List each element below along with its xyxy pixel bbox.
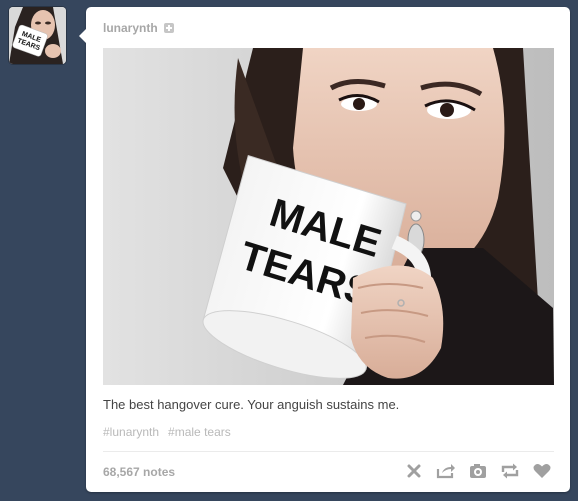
post-caption: The best hangover cure. Your anguish sus…: [103, 397, 400, 412]
tag-male-tears[interactable]: #male tears: [168, 425, 231, 439]
share-icon: [436, 464, 455, 479]
post-controls: [404, 462, 552, 480]
avatar-image: MALE TEARS: [9, 7, 66, 64]
post-tags: #lunarynth #male tears: [103, 425, 231, 439]
post-username[interactable]: lunarynth: [103, 21, 158, 35]
delete-button[interactable]: [404, 462, 424, 480]
follow-plus-icon[interactable]: [163, 23, 174, 33]
post-card: lunarynth MALE TEARS The best hangover c…: [79, 7, 570, 492]
like-button[interactable]: [532, 462, 552, 480]
camera-icon: [470, 464, 486, 478]
avatar[interactable]: MALE TEARS: [9, 7, 66, 64]
reblog-icon: [501, 463, 519, 479]
share-button[interactable]: [436, 462, 456, 480]
post-photo[interactable]: MALE TEARS: [103, 48, 554, 385]
post-pointer: [79, 29, 86, 43]
reblog-button[interactable]: [500, 462, 520, 480]
photo-image: MALE TEARS: [103, 48, 554, 385]
x-icon: [407, 464, 421, 478]
notes-count[interactable]: 68,567 notes: [103, 465, 175, 479]
post-header: lunarynth: [103, 20, 174, 36]
edit-button[interactable]: [468, 462, 488, 480]
tag-lunarynth[interactable]: #lunarynth: [103, 425, 159, 439]
heart-icon: [533, 464, 551, 478]
footer-divider: [103, 451, 554, 452]
